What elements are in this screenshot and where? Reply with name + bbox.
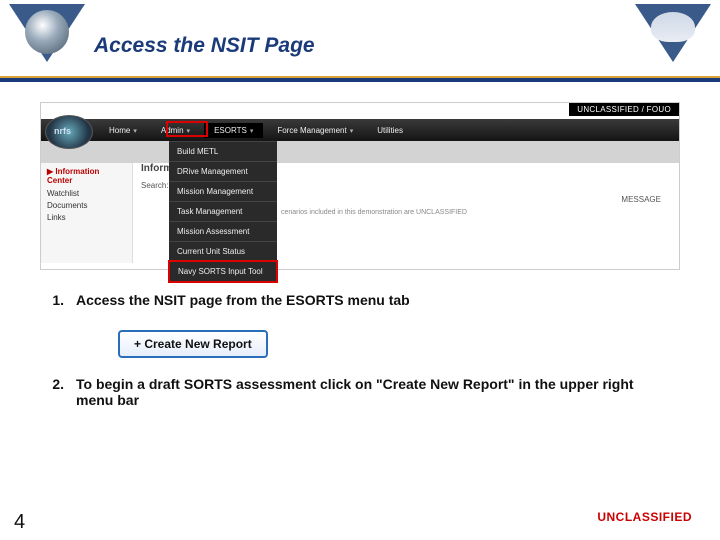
step-1-text: Access the NSIT page from the ESORTS men… <box>76 292 674 308</box>
footer-classification: UNCLASSIFIED <box>597 510 692 524</box>
search-label: Search: <box>141 181 169 190</box>
instructions: 1. Access the NSIT page from the ESORTS … <box>46 292 674 408</box>
dd-mission-assessment[interactable]: Mission Assessment <box>169 221 277 241</box>
step-1-number: 1. <box>46 292 64 308</box>
top-navbar: Home Admin ESORTS Force Management Utili… <box>41 119 679 141</box>
dd-current-unit-status[interactable]: Current Unit Status <box>169 241 277 261</box>
nav-utilities[interactable]: Utilities <box>367 123 413 138</box>
create-new-report-button[interactable]: Create New Report <box>118 330 268 358</box>
sidebar-links[interactable]: Links <box>47 213 126 222</box>
dd-build-metl[interactable]: Build METL <box>169 141 277 161</box>
app-screenshot: UNCLASSIFIED / FOUO Home Admin ESORTS Fo… <box>40 102 680 270</box>
title-underline <box>0 76 720 82</box>
slide-header: Access the NSIT Page <box>0 0 720 82</box>
nav-force-management[interactable]: Force Management <box>267 123 363 138</box>
left-sidebar: ▶ Information Center Watchlist Documents… <box>41 163 133 263</box>
navy-emblem-right <box>634 4 712 74</box>
slide-number: 4 <box>14 511 25 534</box>
app-logo <box>45 115 93 149</box>
sidebar-heading[interactable]: ▶ Information Center <box>47 167 126 185</box>
nav-home[interactable]: Home <box>99 123 147 138</box>
sidebar-watchlist[interactable]: Watchlist <box>47 189 126 198</box>
step-2: 2. To begin a draft SORTS assessment cli… <box>46 376 674 408</box>
dd-mission-management[interactable]: Mission Management <box>169 181 277 201</box>
classification-banner: UNCLASSIFIED / FOUO <box>569 103 679 116</box>
slide-title: Access the NSIT Page <box>0 34 720 58</box>
sidebar-documents[interactable]: Documents <box>47 201 126 210</box>
message-label: MESSAGE <box>621 195 661 204</box>
dd-drive-management[interactable]: DRive Management <box>169 161 277 181</box>
navy-emblem-left <box>8 4 86 74</box>
nav-admin[interactable]: Admin <box>151 123 200 138</box>
dd-task-management[interactable]: Task Management <box>169 201 277 221</box>
step-2-number: 2. <box>46 376 64 408</box>
dd-navy-sorts-input-tool[interactable]: Navy SORTS Input Tool <box>168 260 278 283</box>
message-body: cenarios included in this demonstration … <box>281 209 661 216</box>
esorts-dropdown: Build METL DRive Management Mission Mana… <box>169 141 277 282</box>
sub-toolbar <box>41 141 679 163</box>
step-1: 1. Access the NSIT page from the ESORTS … <box>46 292 674 308</box>
step-2-text: To begin a draft SORTS assessment click … <box>76 376 674 408</box>
nav-esorts[interactable]: ESORTS <box>204 123 263 138</box>
